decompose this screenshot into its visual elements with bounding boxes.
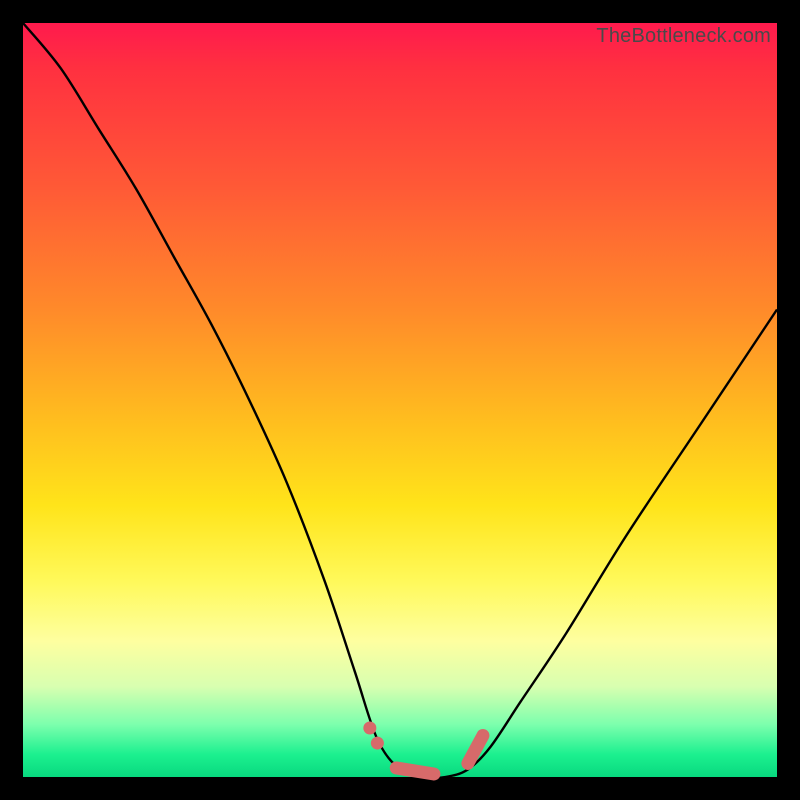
marker-dot bbox=[363, 721, 376, 734]
optimal-range-markers bbox=[363, 721, 483, 773]
bottleneck-curve bbox=[23, 23, 777, 777]
marker-dot bbox=[371, 737, 384, 750]
chart-frame: TheBottleneck.com bbox=[0, 0, 800, 800]
marker-pill bbox=[396, 768, 434, 774]
curve-path bbox=[23, 23, 777, 778]
plot-area: TheBottleneck.com bbox=[23, 23, 777, 777]
